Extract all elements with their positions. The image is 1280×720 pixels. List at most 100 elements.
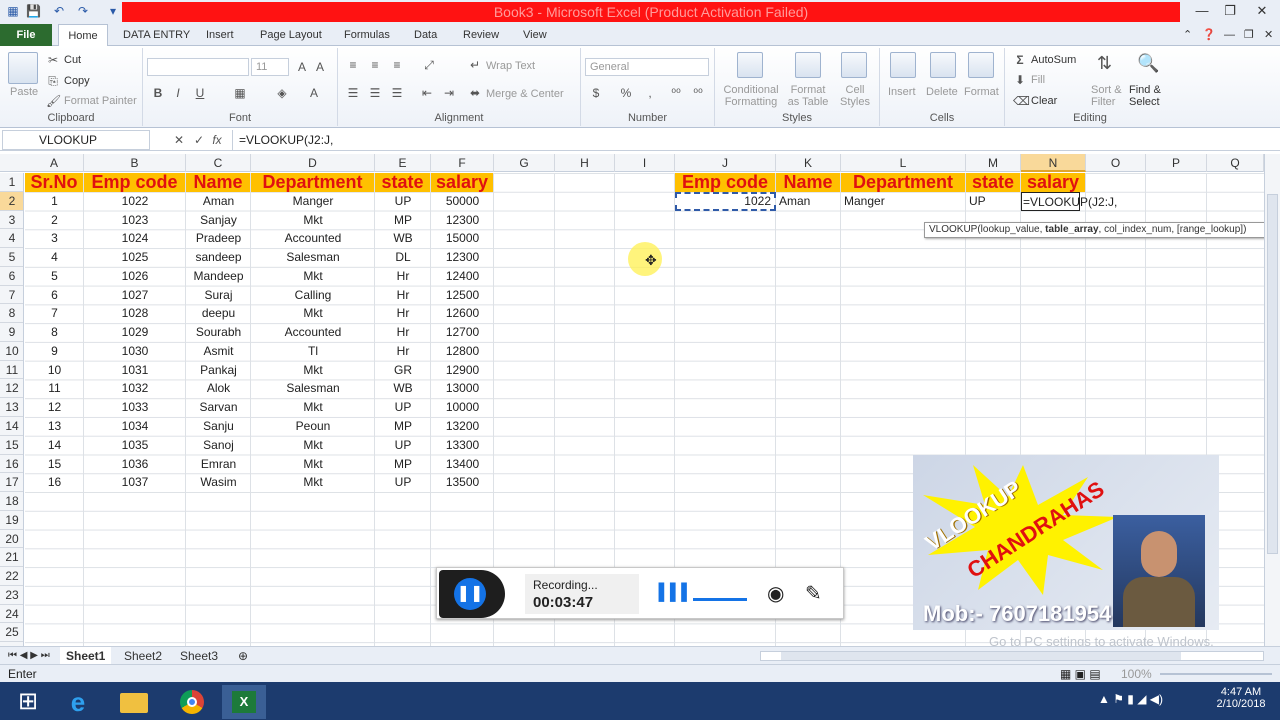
column-header-q[interactable]: Q [1207, 154, 1264, 172]
column-header-g[interactable]: G [494, 154, 555, 172]
paste-icon[interactable] [8, 52, 38, 84]
orientation-icon[interactable]: ⤢ [422, 58, 436, 72]
table-cell[interactable]: Sourabh [189, 323, 248, 342]
column-header-o[interactable]: O [1086, 154, 1146, 172]
tab-home[interactable]: Home [58, 24, 108, 47]
column-header-p[interactable]: P [1146, 154, 1207, 172]
paste-button[interactable]: Paste [10, 86, 38, 98]
increase-indent-icon[interactable]: ⇥ [442, 86, 456, 100]
column-header-a[interactable]: A [25, 154, 84, 172]
help-icon[interactable]: ❓ [1202, 24, 1216, 46]
table-cell[interactable]: sandeep [189, 248, 248, 267]
align-bottom-icon[interactable]: ≡ [390, 58, 404, 72]
row-header-19[interactable]: 19 [0, 511, 23, 530]
table-cell[interactable]: 13500 [434, 473, 491, 492]
cut-button[interactable]: Cut [64, 54, 81, 66]
column-header-j[interactable]: J [675, 154, 776, 172]
minimize-icon[interactable]: — [1188, 0, 1216, 22]
table-cell[interactable]: 10000 [434, 398, 491, 417]
table-cell[interactable]: Hr [378, 304, 428, 323]
merge-center-button[interactable]: Merge & Center [486, 88, 564, 100]
table-cell[interactable]: 1032 [87, 379, 183, 398]
sheet-nav-icons[interactable]: ⏮ ◀ ▶ ⏭ [2, 647, 56, 665]
table-cell[interactable]: 13200 [434, 417, 491, 436]
audio-level-icon[interactable]: ▐▐▐ [653, 584, 687, 602]
table-cell[interactable]: 9 [28, 342, 81, 361]
table-cell[interactable]: 7 [28, 304, 81, 323]
row-header-1[interactable]: 1 [0, 173, 23, 192]
column-header-b[interactable]: B [84, 154, 186, 172]
table-cell[interactable]: 1 [28, 192, 81, 211]
table-header-cell[interactable]: Emp code [84, 173, 185, 192]
workbook-restore-icon[interactable]: ❐ [1244, 24, 1254, 46]
table-cell[interactable]: WB [378, 229, 428, 248]
redo-icon[interactable]: ↷ [76, 4, 90, 18]
autosum-button[interactable]: AutoSum [1031, 54, 1076, 66]
table-cell[interactable]: 4 [28, 248, 81, 267]
table-cell[interactable]: Hr [378, 267, 428, 286]
fill-button[interactable]: Fill [1031, 74, 1045, 86]
underline-button[interactable]: U [193, 86, 207, 100]
percent-button[interactable]: % [619, 86, 633, 100]
decrease-indent-icon[interactable]: ⇤ [420, 86, 434, 100]
table-cell[interactable]: MP [378, 211, 428, 230]
table-cell[interactable]: WB [378, 379, 428, 398]
table-cell[interactable]: Aman [189, 192, 248, 211]
table-cell[interactable]: Pradeep [189, 229, 248, 248]
column-header-n[interactable]: N [1021, 154, 1086, 172]
row-header-25[interactable]: 25 [0, 623, 23, 643]
table-cell[interactable]: 1027 [87, 286, 183, 305]
table-cell[interactable]: Tl [254, 342, 372, 361]
sort-filter-icon[interactable]: ⇅ [1097, 54, 1112, 72]
formula-input[interactable]: =VLOOKUP(J2:J, [232, 130, 1262, 150]
table-cell[interactable]: Accounted [254, 229, 372, 248]
table-cell[interactable]: Suraj [189, 286, 248, 305]
cancel-entry-icon[interactable]: ✕ [172, 133, 186, 147]
table-cell[interactable]: GR [378, 361, 428, 380]
copy-icon[interactable]: ⎘ [46, 74, 60, 88]
column-header-e[interactable]: E [375, 154, 431, 172]
table-cell[interactable]: 12400 [434, 267, 491, 286]
format-cells-icon[interactable] [968, 52, 994, 78]
table-cell[interactable]: 12300 [434, 211, 491, 230]
row-header-2[interactable]: 2 [0, 191, 23, 211]
row-header-10[interactable]: 10 [0, 342, 23, 361]
increase-font-icon[interactable]: A [295, 60, 309, 74]
column-header-f[interactable]: F [431, 154, 494, 172]
insert-cells-button[interactable]: Insert [888, 86, 916, 98]
tab-formulas[interactable]: Formulas [344, 24, 390, 46]
table-cell[interactable]: 1026 [87, 267, 183, 286]
table-cell[interactable]: 13300 [434, 436, 491, 455]
row-header-21[interactable]: 21 [0, 548, 23, 568]
table-cell[interactable]: UP [378, 398, 428, 417]
table-cell[interactable]: Hr [378, 323, 428, 342]
table-cell[interactable]: Emran [189, 455, 248, 474]
tab-file[interactable]: File [0, 24, 52, 46]
excel-app-icon[interactable]: ▦ [6, 4, 20, 18]
view-mode-icons[interactable]: ▦ ▣ ▤ [1060, 665, 1101, 683]
undo-icon[interactable]: ↶ [52, 4, 66, 18]
row-header-5[interactable]: 5 [0, 248, 23, 267]
table-cell[interactable]: Calling [254, 286, 372, 305]
table-cell[interactable]: 1024 [87, 229, 183, 248]
align-center-icon[interactable]: ☰ [368, 86, 382, 100]
table-cell[interactable]: Accounted [254, 323, 372, 342]
excel-taskbar-icon[interactable]: X [222, 685, 266, 719]
conditional-formatting-button[interactable]: Conditional Formatting [723, 84, 779, 108]
merge-icon[interactable]: ⬌ [468, 86, 482, 100]
comma-button[interactable]: , [643, 86, 657, 100]
windows-start-icon[interactable]: ⊞ [6, 685, 50, 719]
row-header-7[interactable]: 7 [0, 286, 23, 305]
row-header-24[interactable]: 24 [0, 605, 23, 624]
zoom-slider[interactable] [1160, 673, 1272, 675]
row-header-6[interactable]: 6 [0, 267, 23, 286]
row-header-14[interactable]: 14 [0, 417, 23, 436]
lookup-cell-l2[interactable]: Manger [844, 192, 963, 211]
table-cell[interactable]: Manger [254, 192, 372, 211]
internet-explorer-icon[interactable]: e [56, 685, 100, 719]
cell-styles-button[interactable]: Cell Styles [835, 84, 875, 108]
font-color-icon[interactable]: A [307, 86, 321, 100]
format-as-table-button[interactable]: Format as Table [785, 84, 831, 108]
column-header-c[interactable]: C [186, 154, 251, 172]
row-header-3[interactable]: 3 [0, 211, 23, 230]
